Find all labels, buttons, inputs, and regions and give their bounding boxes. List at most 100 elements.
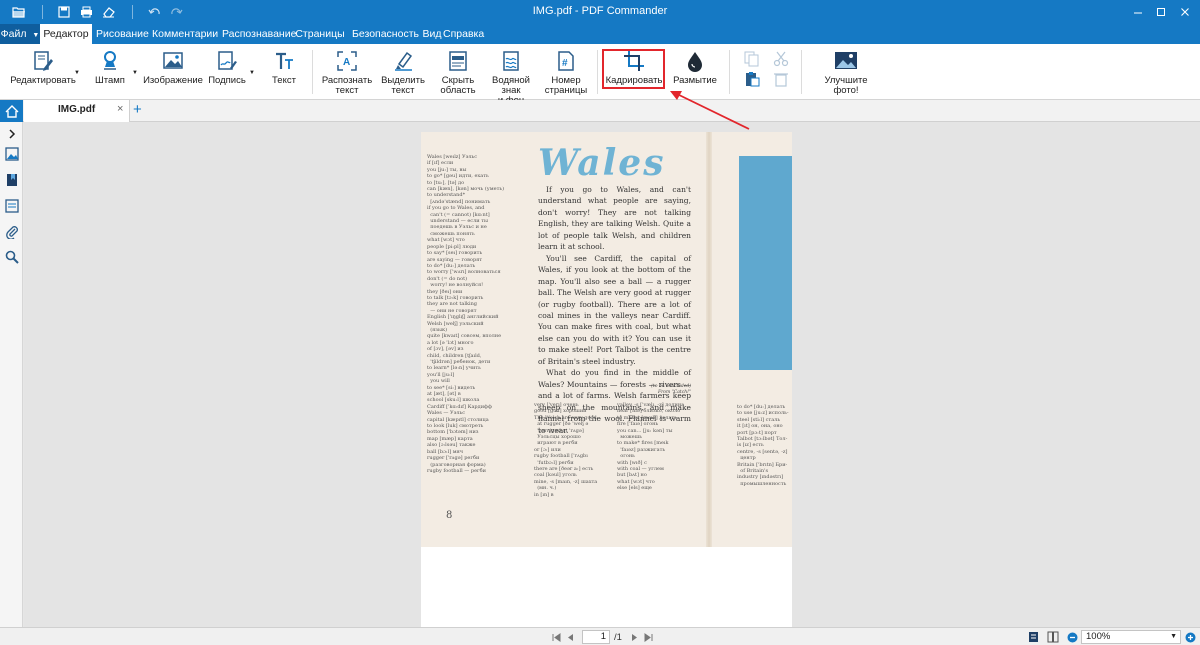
total-pages: /1 <box>614 631 622 643</box>
document-workspace[interactable]: Wales [weılz] Уэльс if [ıf] если you [ju… <box>24 122 1200 627</box>
text-tool-icon <box>272 49 296 73</box>
stamp-dropdown-icon[interactable]: ▼ <box>131 68 139 78</box>
menu-editor[interactable]: Редактор <box>40 24 92 44</box>
single-page-view-icon[interactable] <box>1026 630 1040 644</box>
annotation-arrow <box>670 91 750 130</box>
chevron-down-icon: ▼ <box>1170 633 1177 640</box>
menu-drawing[interactable]: Рисование <box>96 24 149 44</box>
previous-page-icon[interactable] <box>565 630 575 644</box>
current-page-input[interactable]: 1 <box>582 630 610 644</box>
close-window-icon[interactable] <box>1174 2 1196 22</box>
comments-list-icon[interactable] <box>3 197 20 214</box>
first-page-icon[interactable] <box>551 630 561 644</box>
image-button[interactable]: Изображение <box>143 49 203 86</box>
next-page-icon[interactable] <box>630 630 640 644</box>
hide-label-2: область <box>440 85 476 96</box>
copy-icon <box>743 50 761 68</box>
page-number-button[interactable]: # Номер страницы <box>543 49 589 96</box>
minimize-icon[interactable] <box>1127 2 1149 22</box>
menu-bar: Файл ▼ Редактор Рисование Комментарии Ра… <box>0 24 1200 44</box>
menu-view[interactable]: Вид <box>420 24 444 44</box>
image-icon <box>161 49 185 73</box>
stamp-button[interactable]: Штамп <box>90 49 130 86</box>
watermark-button[interactable]: Водяной знак и фон <box>482 49 540 106</box>
enhance-photo-button[interactable]: Улучшите фото! <box>812 49 880 96</box>
signature-label: Подпись <box>208 75 246 86</box>
gloss-column-right: to do* [du:] делать to use [ju:z] исполь… <box>737 404 789 487</box>
menu-recognition[interactable]: Распознавание <box>222 24 296 44</box>
maximize-icon[interactable] <box>1150 2 1172 22</box>
image-label: Изображение <box>143 75 203 86</box>
ocr-icon: A <box>335 49 359 73</box>
drop-icon <box>683 49 707 73</box>
page-fold <box>706 132 712 547</box>
blur-button[interactable]: Размытие <box>670 49 720 86</box>
zoom-out-icon[interactable] <box>1066 630 1078 644</box>
photo-icon <box>834 49 858 73</box>
document-tab-bar: IMG.pdf × + <box>0 100 1200 122</box>
scissors-icon <box>772 50 790 68</box>
edit-button[interactable]: Редактировать <box>8 49 78 86</box>
status-bar: 1 /1 100% ▼ <box>0 627 1200 645</box>
menu-file-label: Файл <box>0 28 27 40</box>
delete-button[interactable] <box>771 70 791 91</box>
page-thumbnails-icon[interactable] <box>3 145 20 162</box>
add-tab-icon[interactable]: + <box>133 101 142 118</box>
copy-button[interactable] <box>742 50 762 71</box>
home-button[interactable] <box>0 100 23 122</box>
menu-comments[interactable]: Комментарии <box>152 24 218 44</box>
edit-icon <box>31 49 55 73</box>
recognize-text-button[interactable]: A Распознать текст <box>322 49 372 96</box>
article-title: Wales <box>538 142 666 184</box>
bookmarks-icon[interactable] <box>3 171 20 188</box>
pagenum-label-2: страницы <box>544 85 588 96</box>
article-body: If you go to Wales, and can't understand… <box>538 184 691 436</box>
document-tab-name: IMG.pdf <box>58 104 96 115</box>
window-title: IMG.pdf - PDF Commander <box>532 5 668 17</box>
menu-pages[interactable]: Страницы <box>295 24 345 44</box>
pdf-page[interactable]: Wales [weılz] Уэльс if [ıf] если you [ju… <box>421 132 792 627</box>
menu-file[interactable]: Файл ▼ <box>0 24 40 44</box>
edit-label: Редактировать <box>10 75 76 86</box>
crop-highlight-box <box>602 49 665 89</box>
article-paragraph: If you go to Wales, and can't understand… <box>538 185 691 252</box>
svg-text:A: A <box>343 57 350 68</box>
zoom-dropdown[interactable]: 100% ▼ <box>1081 630 1181 644</box>
document-tab[interactable]: IMG.pdf × <box>24 100 130 122</box>
highlighter-icon <box>391 49 415 73</box>
two-page-view-icon[interactable] <box>1046 630 1060 644</box>
last-page-icon[interactable] <box>643 630 653 644</box>
cut-button[interactable] <box>771 50 791 71</box>
highlight-text-button[interactable]: Выделить текст <box>381 49 425 96</box>
menu-help[interactable]: Справка <box>443 24 484 44</box>
hide-area-button[interactable]: Скрыть область <box>436 49 480 96</box>
article-paragraph: You'll see Cardiff, the capital of Wales… <box>538 253 691 366</box>
recognize-label-2: текст <box>335 85 359 96</box>
zoom-level: 100% <box>1086 631 1111 642</box>
edit-dropdown-icon[interactable]: ▼ <box>73 68 81 78</box>
page-number-icon: # <box>554 49 578 73</box>
gloss-column-bottom-1: very ['verı] очень good [gud] хороший Th… <box>534 402 598 498</box>
ribbon-separator <box>312 50 313 94</box>
gloss-column-bottom-2: valley, -s ['vælı, -z] долина near [nıə]… <box>617 402 685 492</box>
signature-dropdown-icon[interactable]: ▼ <box>248 68 256 78</box>
printed-page-number: 8 <box>446 510 453 521</box>
text-label: Текст <box>272 75 296 86</box>
close-tab-icon[interactable]: × <box>117 103 123 115</box>
svg-text:#: # <box>562 58 568 69</box>
watermark-icon <box>499 49 523 73</box>
signature-icon <box>215 49 239 73</box>
highlight-label-2: текст <box>391 85 415 96</box>
ribbon-separator <box>597 50 598 94</box>
zoom-in-icon[interactable] <box>1184 630 1196 644</box>
text-button[interactable]: Текст <box>267 49 301 86</box>
expand-panel-icon[interactable] <box>3 125 20 142</box>
stamp-icon <box>98 49 122 73</box>
search-icon[interactable] <box>3 248 20 265</box>
menu-security[interactable]: Безопасность <box>352 24 419 44</box>
redact-icon <box>446 49 470 73</box>
attachment-icon[interactable] <box>3 223 20 240</box>
signature-button[interactable]: Подпись <box>207 49 247 86</box>
ribbon-toolbar: Редактировать ▼ Штамп ▼ Изображение Подп… <box>0 44 1200 106</box>
caret-down-icon: ▼ <box>32 32 40 39</box>
